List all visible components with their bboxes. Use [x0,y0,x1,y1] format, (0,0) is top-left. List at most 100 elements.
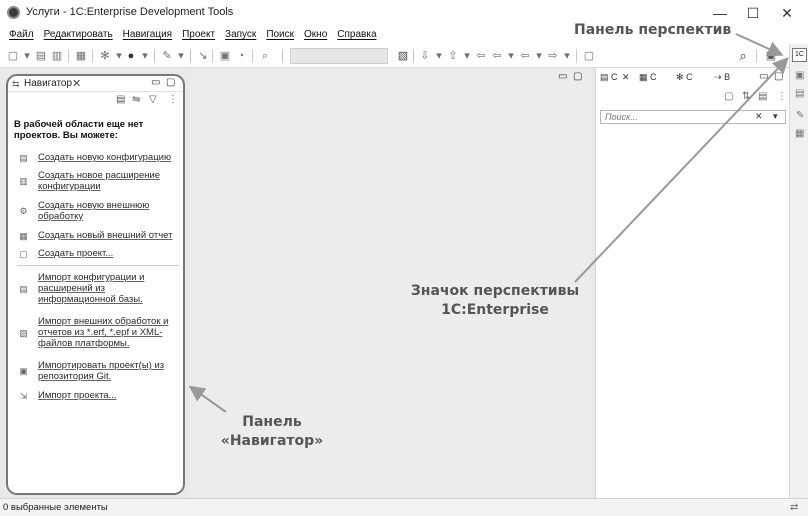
search-toolbar-icon[interactable]: ⌕ [258,49,272,63]
outline-panel: ▤ С ✕ ▦ С ✻ С ⇢ В ▭ ▢ ▢ ⇅ ▤ ⋮ Поиск... ✕… [595,68,789,498]
print-icon[interactable]: ▦ [74,49,88,63]
last-edit-icon[interactable]: ⇦ [474,49,488,63]
back-icon[interactable]: ⇦ [490,49,504,63]
clear-search-icon[interactable]: ✕ [755,111,763,122]
minimize-pane-icon[interactable]: ▭ [151,77,160,88]
menu-run[interactable]: Запуск [225,26,256,44]
perspective-1c-enterprise-icon[interactable]: 1С [792,48,807,62]
maximize-pane-icon[interactable]: ▢ [166,77,175,88]
search-input[interactable]: Поиск... ✕ ▾ [600,110,786,124]
timer-icon[interactable]: ◔ [234,49,248,63]
external-report-icon: ▦ [19,231,28,241]
perspective-shortcut-icon[interactable]: ▣ [795,70,804,81]
action-label: Создать новую внешнюю обработку [38,200,150,222]
create-external-report-link[interactable]: ▦ Создать новый внешний отчет [17,230,181,242]
sort-icon[interactable]: ⇅ [742,91,750,102]
menu-project[interactable]: Проект [182,26,215,44]
perspective-shortcut-icon[interactable]: ▤ [795,88,804,99]
perspective-shortcut-icon[interactable]: ✎ [796,110,804,121]
app-logo-icon [7,6,20,19]
filter-icon[interactable]: ▽ [149,94,157,105]
link-with-editor-icon[interactable]: ⇋ [132,94,140,105]
hierarchy-icon: ⇢ [714,72,722,82]
search-icon[interactable]: ⌕ [736,49,750,63]
annotation-prev-icon[interactable]: ⇧ [446,49,460,63]
toolbar-separator [68,49,69,63]
create-extension-link[interactable]: ▥ Создать новое расширение конфигурации [17,170,181,194]
annotation-next-icon[interactable]: ⇩ [418,49,432,63]
create-configuration-link[interactable]: ▤ Создать новую конфигурацию [17,152,181,164]
dropdown-arrow-icon[interactable]: ▾ [138,49,152,63]
maximize-pane-icon[interactable]: ▢ [573,71,582,82]
configuration-icon: ▤ [19,153,28,163]
clipboard-icon[interactable]: ▧ [396,49,410,63]
properties-tab[interactable]: ✻ С [676,72,693,83]
view-menu-icon[interactable]: ⋮ [168,94,178,105]
outline-tab[interactable]: ▤ С [600,72,618,83]
close-button[interactable]: ✕ [772,2,802,24]
search-placeholder: Поиск... [605,112,638,122]
save-all-icon[interactable]: ▥ [50,49,64,63]
action-label: Импорт внешних обработок и отчетов из *.… [38,316,169,349]
save-icon[interactable]: ▤ [34,49,48,63]
structure-icon: ▦ [639,72,648,82]
forward-arrow-icon[interactable]: ⇨ [546,49,560,63]
import-git-link[interactable]: ▣ Импортировать проект(ы) из репозитория… [17,360,181,384]
dropdown-arrow-icon[interactable]: ▾ [460,49,474,63]
navigator-tab[interactable]: ⇆ Навигатор ✕ ▭ ▢ [8,76,183,92]
edit-pen-icon[interactable]: ✎ [160,49,174,63]
link-icon[interactable]: ↘ [196,49,210,63]
collapse-icon[interactable]: ▤ [758,91,767,102]
perspective-bar: 1С ▣ ▤ ✎ ▦ [789,44,808,498]
import-project-link[interactable]: ⇲ Импорт проекта... [17,390,181,402]
run-icon[interactable]: ● [124,49,138,63]
new-icon[interactable]: ▢ [6,49,20,63]
database-import-icon: ▤ [19,284,28,294]
view-menu-icon[interactable]: ⋮ [777,91,787,102]
dropdown-arrow-icon[interactable]: ▾ [20,49,34,63]
navigator-icon: ⇆ [12,79,20,89]
navigator-tab-label: Навигатор [24,78,73,89]
status-bar-icon[interactable]: ⇄ [790,502,798,513]
menu-search[interactable]: Поиск [266,26,294,44]
chevron-down-icon[interactable]: ▾ [773,111,778,122]
menu-edit[interactable]: Редактировать [44,26,113,44]
create-project-link[interactable]: ▢ Создать проект... [17,248,181,260]
outline-tab-close-icon[interactable]: ✕ [622,72,630,83]
menu-file[interactable]: Файл [9,26,34,44]
dropdown-arrow-icon[interactable]: ▾ [504,49,518,63]
open-perspective-toolbar-icon[interactable]: ▢ [582,49,596,63]
menu-window[interactable]: Окно [304,26,327,44]
debug-icon[interactable]: ✻ [98,49,112,63]
dropdown-arrow-icon[interactable]: ▾ [174,49,188,63]
action-label: Создать новый внешний отчет [38,230,173,241]
navigator-divider [17,265,179,266]
toolbar-combo[interactable] [290,48,388,64]
dropdown-arrow-icon[interactable]: ▾ [432,49,446,63]
maximize-pane-icon[interactable]: ▢ [774,71,783,82]
status-text: 0 выбранные элементы [3,502,108,513]
minimize-pane-icon[interactable]: ▭ [558,71,567,82]
dropdown-arrow-icon[interactable]: ▾ [560,49,574,63]
minimize-pane-icon[interactable]: ▭ [759,71,768,82]
menu-navigate[interactable]: Навигация [123,26,172,44]
import-external-files-link[interactable]: ▧ Импорт внешних обработок и отчетов из … [17,316,181,352]
navigator-panel: ⇆ Навигатор ✕ ▭ ▢ ▤ ⇋ ▽ ⋮ В рабочей обла… [6,74,185,495]
maximize-button[interactable]: ☐ [738,2,768,24]
open-perspective-icon[interactable]: ▣ [764,49,778,63]
structure-tab[interactable]: ▦ С [639,72,657,83]
git-import-icon: ▣ [19,366,28,376]
profile-icon[interactable]: ▣ [218,49,232,63]
perspective-shortcut-icon[interactable]: ▦ [795,128,804,139]
dropdown-arrow-icon[interactable]: ▾ [532,49,546,63]
create-external-processing-link[interactable]: ⚙ Создать новую внешнюю обработку [17,200,181,224]
new-window-icon[interactable]: ▢ [724,91,733,102]
annotation-perspective-icon: Значок перспективы 1C:Enterprise [410,283,580,318]
import-configuration-link[interactable]: ▤ Импорт конфигурации и расширений из ин… [17,272,181,308]
collapse-all-icon[interactable]: ▤ [116,94,125,105]
project-icon: ▢ [19,249,28,259]
menu-help[interactable]: Справка [337,26,376,44]
navigator-close-icon[interactable]: ✕ [72,77,81,90]
hierarchy-tab[interactable]: ⇢ В [714,72,730,83]
back-arrow-icon[interactable]: ⇦ [518,49,532,63]
